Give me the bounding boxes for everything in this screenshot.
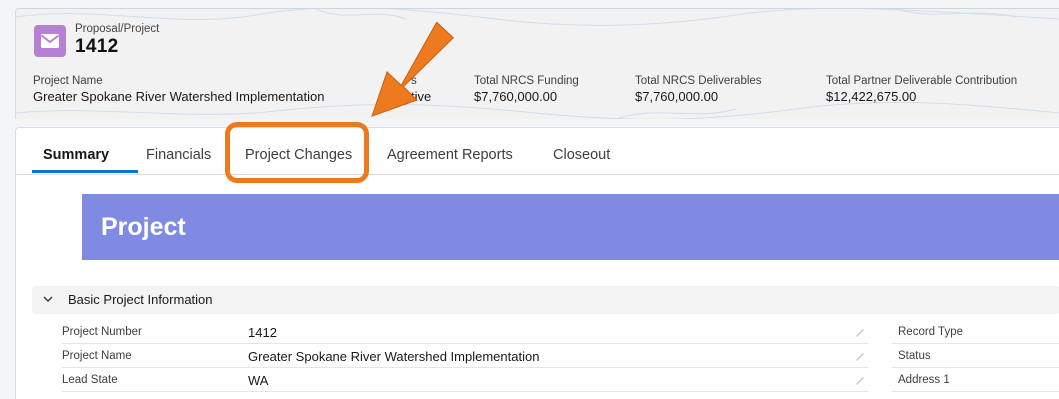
record-detail-card: Summary Financials Project Changes Agree… xyxy=(15,127,1059,399)
row-value: 1412 xyxy=(248,325,277,340)
section-header-basic-info[interactable]: Basic Project Information xyxy=(32,286,1059,314)
field-value: tive xyxy=(411,89,432,104)
field-label: Total NRCS Deliverables xyxy=(635,75,762,87)
divider xyxy=(892,367,1059,368)
section-title: Basic Project Information xyxy=(68,292,213,307)
field-label: Project Name xyxy=(33,75,103,87)
row-label-right: Status xyxy=(898,350,931,362)
highlight-box-annotation xyxy=(225,122,369,183)
row-label-right: Record Type xyxy=(898,326,963,338)
tab-closeout[interactable]: Closeout xyxy=(553,147,610,163)
detail-row-lead-state: Lead State WA Address 1 xyxy=(62,370,1059,392)
project-banner: Project xyxy=(82,194,1059,260)
detail-row-project-number: Project Number 1412 Record Type xyxy=(62,322,1059,344)
divider xyxy=(62,367,868,368)
field-label: Total NRCS Funding xyxy=(474,75,579,87)
tab-financials[interactable]: Financials xyxy=(146,147,211,163)
field-label: s xyxy=(411,75,417,87)
record-highlights: Proposal/Project 1412 Project Name Great… xyxy=(15,8,1059,119)
row-value: Greater Spokane River Watershed Implemen… xyxy=(248,349,540,364)
highlight-field-partner-contribution: Total Partner Deliverable Contribution $… xyxy=(826,75,1017,104)
row-value: WA xyxy=(248,373,269,388)
row-label: Lead State xyxy=(62,374,118,386)
divider xyxy=(62,343,868,344)
banner-title: Project xyxy=(101,213,186,241)
record-title: 1412 xyxy=(75,36,119,57)
detail-row-project-name: Project Name Greater Spokane River Water… xyxy=(62,346,1059,368)
row-label-right: Address 1 xyxy=(898,374,950,386)
field-value: $7,760,000.00 xyxy=(635,89,719,104)
divider xyxy=(892,391,1059,392)
tab-agreement-reports[interactable]: Agreement Reports xyxy=(387,147,513,163)
field-value: Greater Spokane River Watershed Implemen… xyxy=(33,89,325,104)
active-tab-indicator xyxy=(32,170,138,173)
highlight-field-status: s tive xyxy=(411,75,431,104)
divider xyxy=(62,391,868,392)
divider xyxy=(892,343,1059,344)
field-value: $12,422,675.00 xyxy=(826,89,917,104)
pencil-icon[interactable] xyxy=(854,326,866,338)
pencil-icon[interactable] xyxy=(854,350,866,362)
highlight-field-nrcs-deliverables: Total NRCS Deliverables $7,760,000.00 xyxy=(635,75,762,104)
object-type-label: Proposal/Project xyxy=(75,23,160,35)
tab-summary[interactable]: Summary xyxy=(43,147,109,163)
highlight-field-project-name: Project Name Greater Spokane River Water… xyxy=(33,75,324,104)
row-label: Project Number xyxy=(62,326,142,338)
row-label: Project Name xyxy=(62,350,132,362)
envelope-icon xyxy=(34,25,66,57)
field-label: Total Partner Deliverable Contribution xyxy=(826,75,1018,87)
highlight-field-nrcs-funding: Total NRCS Funding $7,760,000.00 xyxy=(474,75,579,104)
field-value: $7,760,000.00 xyxy=(474,89,558,104)
tab-bar: Summary Financials Project Changes Agree… xyxy=(16,128,1059,175)
chevron-down-icon[interactable] xyxy=(42,293,54,305)
pencil-icon[interactable] xyxy=(854,374,866,386)
